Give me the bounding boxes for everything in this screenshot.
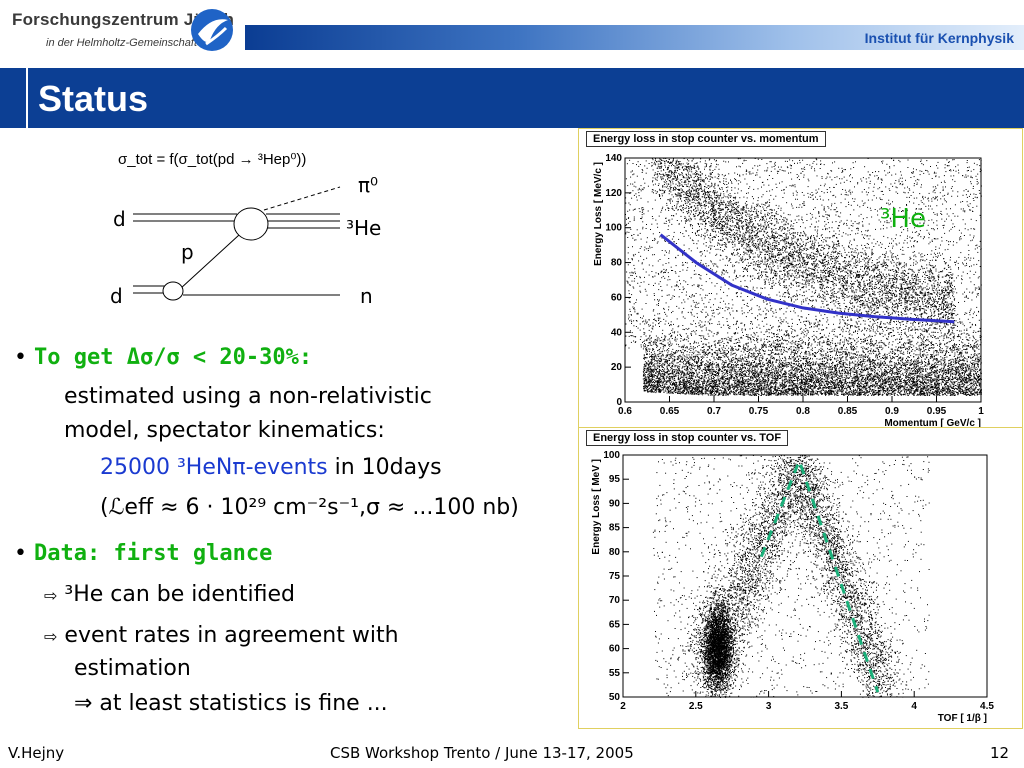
estimated-line-1: estimated using a non-relativistic bbox=[64, 384, 432, 410]
label-pi0: π⁰ bbox=[358, 173, 378, 197]
org-logo-block: Forschungszentrum Jülich in der Helmholt… bbox=[0, 0, 245, 62]
x-tick-label: 0.7 bbox=[707, 406, 721, 417]
label-d-top: d bbox=[113, 207, 126, 231]
x-axis-label: TOF [ 1/β ] bbox=[938, 713, 987, 724]
events-line: 25000 ³HeNπ-events in 10days bbox=[100, 455, 442, 481]
y-tick-label: 120 bbox=[605, 188, 622, 199]
reaction-diagram bbox=[133, 186, 341, 301]
y-tick-label: 50 bbox=[609, 692, 621, 703]
y-tick-label: 100 bbox=[603, 450, 620, 461]
bullet-2-text: Data: first glance bbox=[34, 541, 272, 566]
sub-item-rates-text-2: estimation bbox=[74, 656, 191, 682]
footer-event: CSB Workshop Trento / June 13-17, 2005 bbox=[330, 744, 634, 762]
x-tick-label: 4 bbox=[911, 701, 917, 712]
fz-juelich-logo-icon bbox=[191, 9, 233, 51]
y-tick-label: 70 bbox=[609, 595, 621, 606]
y-tick-label: 65 bbox=[609, 619, 621, 630]
y-tick-label: 40 bbox=[611, 327, 623, 338]
footer-page-number: 12 bbox=[990, 744, 1009, 762]
title-band bbox=[0, 68, 1024, 128]
plot-tof-title: Energy loss in stop counter vs. TOF bbox=[586, 430, 789, 446]
plot-momentum: 0.6 0.65 0.7 0.75 0.8 0.85 0.9 0.95 102040608010… bbox=[593, 153, 984, 428]
y-tick-label: 60 bbox=[611, 292, 623, 303]
estimated-line-2: model, spectator kinematics: bbox=[64, 418, 385, 444]
bullet-2: • Data: first glance bbox=[14, 541, 272, 567]
slide-title: Status bbox=[38, 78, 148, 120]
sub-item-statistics: ⇒ at least statistics is fine ... bbox=[74, 691, 388, 717]
y-axis-label: Energy Loss [ MeV ] bbox=[591, 459, 602, 555]
x-tick-label: 0.85 bbox=[838, 406, 858, 417]
cross-section-formula: σ_tot = f(σ_tot(pd → ³Hep⁰)) bbox=[118, 150, 306, 168]
y-tick-label: 85 bbox=[609, 523, 621, 534]
plot-tof: 2 2.5 3 3.5 4 4.5 50 55 60 65 70 75 80 85 90 95 100 TOF [… bbox=[591, 450, 994, 724]
x-tick-label: 0.95 bbox=[927, 406, 947, 417]
events-count: 25000 ³HeNπ-events bbox=[100, 455, 328, 480]
title-notch bbox=[26, 68, 28, 128]
label-n: n bbox=[360, 284, 373, 308]
x-tick-label: 3.5 bbox=[834, 701, 848, 712]
arrow-right-icon: ⇨ bbox=[44, 586, 57, 605]
x-tick-label: 0.9 bbox=[885, 406, 899, 417]
x-tick-label: 0.65 bbox=[660, 406, 680, 417]
sub-item-he-identified: ⇨ ³He can be identified bbox=[44, 582, 295, 609]
label-d-bottom: d bbox=[110, 284, 123, 308]
x-tick-label: 0.75 bbox=[749, 406, 769, 417]
y-tick-label: 20 bbox=[611, 362, 623, 373]
he3-label-text: ³He bbox=[880, 204, 926, 234]
y-tick-label: 80 bbox=[609, 547, 621, 558]
y-tick-label: 100 bbox=[605, 223, 622, 234]
plot-momentum-title: Energy loss in stop counter vs. momentum bbox=[586, 131, 826, 147]
bullet-dot: • bbox=[14, 541, 27, 566]
luminosity-line: (ℒeff ≈ 6 · 10²⁹ cm⁻²s⁻¹,σ ≈ ...100 nb) bbox=[100, 495, 519, 521]
x-tick-label: 0.8 bbox=[796, 406, 810, 417]
bullet-1: • To get Δσ/σ < 20-30%: bbox=[14, 345, 312, 371]
plot-frame bbox=[622, 454, 988, 698]
footer-author: V.Hejny bbox=[8, 744, 64, 762]
y-tick-label: 95 bbox=[609, 474, 621, 485]
y-tick-label: 75 bbox=[609, 571, 621, 582]
y-tick-label: 55 bbox=[609, 668, 621, 679]
label-p: p bbox=[181, 240, 194, 264]
org-subtitle: in der Helmholtz-Gemeinschaft bbox=[46, 37, 197, 49]
x-tick-label: 2 bbox=[620, 701, 626, 712]
sub-item-rates: ⇨ event rates in agreement with bbox=[44, 623, 399, 650]
label-he3: ³He bbox=[346, 216, 381, 240]
y-tick-label: 0 bbox=[616, 397, 622, 408]
bullet-dot: • bbox=[14, 345, 27, 370]
y-tick-label: 90 bbox=[609, 498, 621, 509]
y-axis-label: Energy Loss [ MeV/c ] bbox=[593, 162, 604, 266]
sub-item-he-text: ³He can be identified bbox=[64, 582, 295, 607]
x-tick-label: 4.5 bbox=[980, 701, 994, 712]
x-tick-label: 3 bbox=[766, 701, 772, 712]
y-tick-label: 140 bbox=[605, 153, 622, 164]
x-tick-label: 1 bbox=[978, 406, 984, 417]
sub-item-rates-text-1: event rates in agreement with bbox=[64, 623, 398, 648]
bullet-1-text: To get Δσ/σ < 20-30%: bbox=[34, 345, 312, 370]
events-duration: in 10days bbox=[328, 455, 442, 480]
y-tick-label: 80 bbox=[611, 258, 623, 269]
arrow-right-icon: ⇨ bbox=[44, 627, 57, 646]
x-tick-label: 2.5 bbox=[689, 701, 703, 712]
he3-label: ³He bbox=[880, 204, 926, 234]
y-tick-label: 60 bbox=[609, 644, 621, 655]
institute-name: Institut für Kernphysik bbox=[865, 30, 1014, 46]
